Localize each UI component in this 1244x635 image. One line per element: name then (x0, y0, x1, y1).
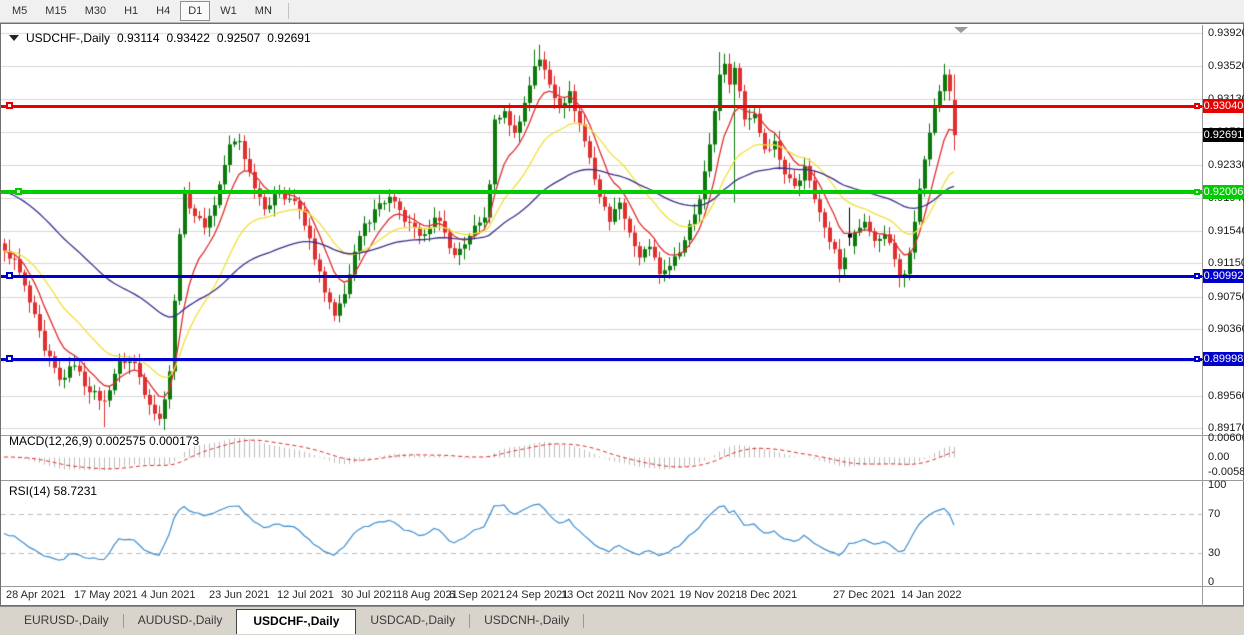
hline-support-deep[interactable] (1, 358, 1202, 361)
hline-resistance[interactable] (1, 105, 1202, 108)
date-label: 19 Nov 2021 (679, 589, 741, 601)
ohlc-open: 0.93114 (117, 31, 160, 45)
price-badge-support-deep: 0.89998 (1203, 352, 1244, 366)
price-badge-support-mid: 0.92006 (1203, 185, 1244, 199)
tab-usdcad[interactable]: USDCAD-,Daily (356, 610, 469, 631)
date-label: 1 Nov 2021 (619, 589, 675, 601)
macd-axis-label: 0.006068 (1208, 432, 1244, 444)
macd-indicator-label: MACD(12,26,9) 0.002575 0.000173 (9, 434, 199, 448)
date-label: 27 Dec 2021 (833, 589, 895, 601)
hline-axis-handle (1194, 189, 1200, 195)
symbol-tab-bar: EURUSD-,DailyAUDUSD-,DailyUSDCHF-,DailyU… (0, 606, 1244, 635)
ohlc-low: 0.92507 (217, 31, 260, 45)
price-grid-label: 0.93920 (1208, 27, 1244, 39)
tab-audusd[interactable]: AUDUSD-,Daily (124, 610, 237, 631)
chart-symbol: USDCHF-,Daily (26, 31, 110, 45)
timeframe-button-w1[interactable]: W1 (212, 1, 245, 21)
chart-title: USDCHF-,Daily 0.93114 0.93422 0.92507 0.… (9, 31, 311, 45)
symbol-dropdown-icon[interactable] (9, 35, 19, 41)
timeframe-button-h4[interactable]: H4 (148, 1, 178, 21)
hline-support-low[interactable] (1, 275, 1202, 278)
price-grid-label: 0.91150 (1208, 257, 1244, 269)
date-label: 30 Jul 2021 (341, 589, 398, 601)
macd-axis-label: -0.00586 (1208, 466, 1244, 478)
chart-window: USDCHF-,Daily 0.93114 0.93422 0.92507 0.… (0, 23, 1244, 606)
timeframe-toolbar: M5M15M30H1H4D1W1MN (0, 0, 1244, 23)
hline-handle[interactable] (6, 102, 13, 109)
price-grid-label: 0.90750 (1208, 291, 1244, 303)
rsi-indicator-label: RSI(14) 58.7231 (9, 484, 97, 498)
ohlc-close: 0.92691 (267, 31, 310, 45)
hline-axis-handle (1194, 273, 1200, 279)
rsi-axis-label: 30 (1208, 547, 1220, 559)
scroll-anchor-icon[interactable] (954, 27, 968, 33)
date-label: 23 Jun 2021 (209, 589, 270, 601)
date-label: 13 Oct 2021 (561, 589, 621, 601)
timeframe-button-d1[interactable]: D1 (180, 1, 210, 21)
timeframe-button-mn[interactable]: MN (247, 1, 280, 21)
trading-terminal: M5M15M30H1H4D1W1MN USDCHF-,Daily 0.93114… (0, 0, 1244, 635)
tab-usdchf[interactable]: USDCHF-,Daily (236, 609, 356, 634)
date-label: 14 Jan 2022 (901, 589, 962, 601)
date-label: 17 May 2021 (74, 589, 138, 601)
date-label: 12 Jul 2021 (277, 589, 334, 601)
date-label: 28 Apr 2021 (6, 589, 65, 601)
price-grid-label: 0.90360 (1208, 323, 1244, 335)
rsi-axis-label: 0 (1208, 576, 1214, 588)
date-label: 4 Jun 2021 (141, 589, 195, 601)
date-label: 24 Sep 2021 (506, 589, 568, 601)
price-grid-label: 0.92330 (1208, 159, 1244, 171)
ohlc-high: 0.93422 (167, 31, 210, 45)
date-label: 6 Sep 2021 (449, 589, 505, 601)
timeframe-button-m5[interactable]: M5 (4, 1, 35, 21)
timeframe-button-m15[interactable]: M15 (37, 1, 74, 21)
price-grid-label: 0.93520 (1208, 60, 1244, 72)
hline-axis-handle (1194, 103, 1200, 109)
date-axis[interactable]: 28 Apr 2021 17 May 20214 Jun 2021 23 Jun 2… (1, 587, 1202, 605)
price-badge-support-low: 0.90992 (1203, 269, 1244, 283)
tab-usdcnh[interactable]: USDCNH-,Daily (470, 610, 583, 631)
hline-handle[interactable] (6, 272, 13, 279)
hline-axis-handle (1194, 356, 1200, 362)
toolbar-divider (288, 3, 289, 19)
price-badge-resistance: 0.93040 (1203, 99, 1244, 113)
price-grid-label: 0.91540 (1208, 225, 1244, 237)
hline-handle[interactable] (6, 355, 13, 362)
pane-separator (1, 480, 1244, 481)
hline-handle[interactable] (15, 188, 22, 195)
macd-axis-label: 0.00 (1208, 451, 1229, 463)
tab-eurusd[interactable]: EURUSD-,Daily (10, 610, 123, 631)
date-label: 8 Dec 2021 (741, 589, 797, 601)
timeframe-button-h1[interactable]: H1 (116, 1, 146, 21)
timeframe-button-m30[interactable]: M30 (77, 1, 114, 21)
price-grid-label: 0.89560 (1208, 390, 1244, 402)
rsi-axis-label: 100 (1208, 479, 1226, 491)
rsi-axis-label: 70 (1208, 508, 1220, 520)
hline-support-mid[interactable] (1, 190, 1202, 194)
price-chart-canvas[interactable] (1, 25, 1202, 586)
tab-divider (583, 614, 584, 628)
current-price-badge: 0.92691 (1203, 128, 1244, 142)
